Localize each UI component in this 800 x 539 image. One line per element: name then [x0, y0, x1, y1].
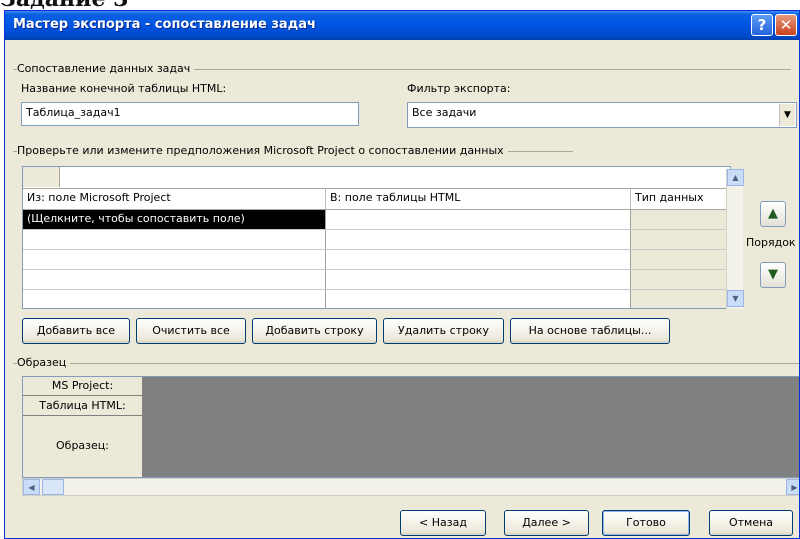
grid-row-selector [23, 167, 60, 187]
grid-cell-from[interactable]: (Щелкните, чтобы сопоставить поле) [23, 210, 326, 229]
grid-cell-type [631, 230, 730, 249]
export-filter-label: Фильтр экспорта: [407, 82, 511, 95]
export-filter-value: Все задачи [412, 106, 477, 119]
add-row-button[interactable]: Добавить строку [252, 318, 377, 344]
add-all-button[interactable]: Добавить все [22, 318, 130, 344]
grid-cell-type [631, 270, 730, 289]
scroll-up-icon[interactable]: ▲ [727, 169, 744, 186]
grid-cell-to[interactable] [326, 250, 631, 269]
sample-preview-area [143, 377, 799, 477]
grid-cell-from[interactable] [23, 230, 326, 249]
grid-cell-to[interactable] [326, 290, 631, 308]
up-arrow-icon: ▲ [768, 206, 778, 221]
scroll-thumb[interactable] [42, 479, 64, 495]
export-filter-select[interactable]: Все задачи ▼ [407, 102, 797, 128]
next-button[interactable]: Далее > [504, 510, 589, 536]
grid-cell-from[interactable] [23, 270, 326, 289]
move-up-button[interactable]: ▲ [760, 201, 786, 227]
order-label: Порядок [746, 236, 796, 249]
grid-vertical-scrollbar[interactable]: ▲ ▼ [726, 169, 744, 309]
help-button[interactable]: ? [751, 14, 773, 36]
grid-cell-type [631, 250, 730, 269]
down-arrow-icon: ▼ [768, 267, 778, 282]
mapping-group-label: Сопоставление данных задач [17, 62, 195, 75]
grid-cell-from[interactable] [23, 250, 326, 269]
grid-header: Из: поле Microsoft Project В: поле табли… [23, 189, 730, 210]
scroll-down-icon[interactable]: ▼ [727, 290, 744, 307]
scroll-right-icon[interactable]: ▶ [786, 479, 799, 495]
sample-row-label-ms-project: MS Project: [23, 377, 143, 396]
grid-edit-row[interactable] [23, 167, 730, 189]
base-on-table-button[interactable]: На основе таблицы... [510, 318, 670, 344]
table-row[interactable] [23, 290, 730, 308]
group-divider [13, 363, 799, 364]
grid-cell-type [631, 290, 730, 308]
window-title: Мастер экспорта - сопоставление задач [13, 17, 316, 32]
finish-button[interactable]: Готово [602, 510, 690, 536]
title-bar[interactable]: Мастер экспорта - сопоставление задач ? … [5, 11, 799, 40]
dest-table-input[interactable]: Таблица_задач1 [21, 102, 359, 126]
grid-cell-to[interactable] [326, 210, 631, 229]
table-row[interactable]: (Щелкните, чтобы сопоставить поле) [23, 210, 730, 230]
close-button[interactable]: ✕ [775, 14, 797, 36]
table-row[interactable] [23, 270, 730, 290]
sample-row-label-html-table: Таблица HTML: [23, 396, 143, 416]
table-row[interactable] [23, 230, 730, 250]
sample-preview: MS Project: Таблица HTML: Образец: [22, 376, 799, 478]
cancel-button[interactable]: Отмена [709, 510, 793, 536]
column-header-type[interactable]: Тип данных [631, 189, 730, 209]
sample-row-label-sample: Образец: [23, 416, 143, 477]
delete-row-button[interactable]: Удалить строку [383, 318, 504, 344]
column-header-to[interactable]: В: поле таблицы HTML [326, 189, 631, 209]
grid-cell-to[interactable] [326, 230, 631, 249]
export-wizard-dialog: Мастер экспорта - сопоставление задач ? … [4, 10, 800, 539]
field-mapping-grid[interactable]: Из: поле Microsoft Project В: поле табли… [22, 166, 731, 309]
clear-all-button[interactable]: Очистить все [136, 318, 246, 344]
verify-mapping-label: Проверьте или измените предположения Mic… [17, 144, 508, 157]
grid-cell-type [631, 210, 730, 229]
table-row[interactable] [23, 250, 730, 270]
grid-cell-to[interactable] [326, 270, 631, 289]
grid-cell-from[interactable] [23, 290, 326, 308]
scroll-left-icon[interactable]: ◀ [23, 479, 40, 495]
column-header-from[interactable]: Из: поле Microsoft Project [23, 189, 326, 209]
sample-horizontal-scrollbar[interactable]: ◀ ▶ [22, 478, 799, 496]
sample-group-label: Образец [17, 356, 71, 369]
move-down-button[interactable]: ▼ [760, 262, 786, 288]
back-button[interactable]: < Назад [400, 510, 486, 536]
dropdown-arrow-icon[interactable]: ▼ [779, 104, 795, 126]
dest-table-label: Название конечной таблицы HTML: [21, 82, 227, 95]
